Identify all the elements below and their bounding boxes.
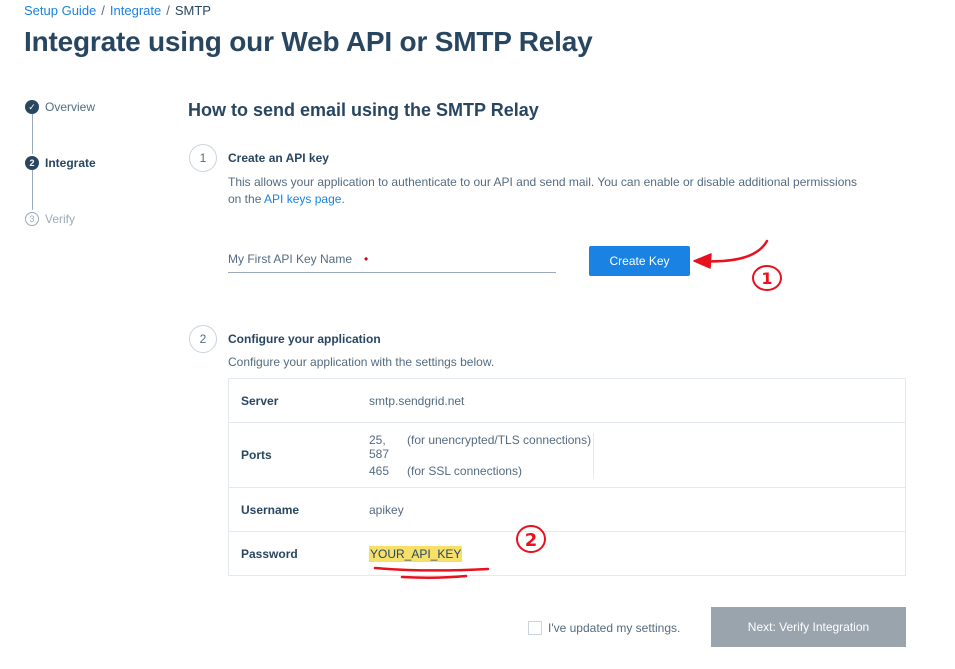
annotation-label-2: 2 bbox=[525, 530, 538, 551]
annotation-underline bbox=[400, 574, 468, 579]
annotation-label-1: 1 bbox=[761, 269, 772, 288]
annotation-underline bbox=[373, 566, 490, 572]
annotation-overlay: 1 2 bbox=[373, 239, 782, 579]
annotation-arrowhead bbox=[693, 253, 712, 269]
